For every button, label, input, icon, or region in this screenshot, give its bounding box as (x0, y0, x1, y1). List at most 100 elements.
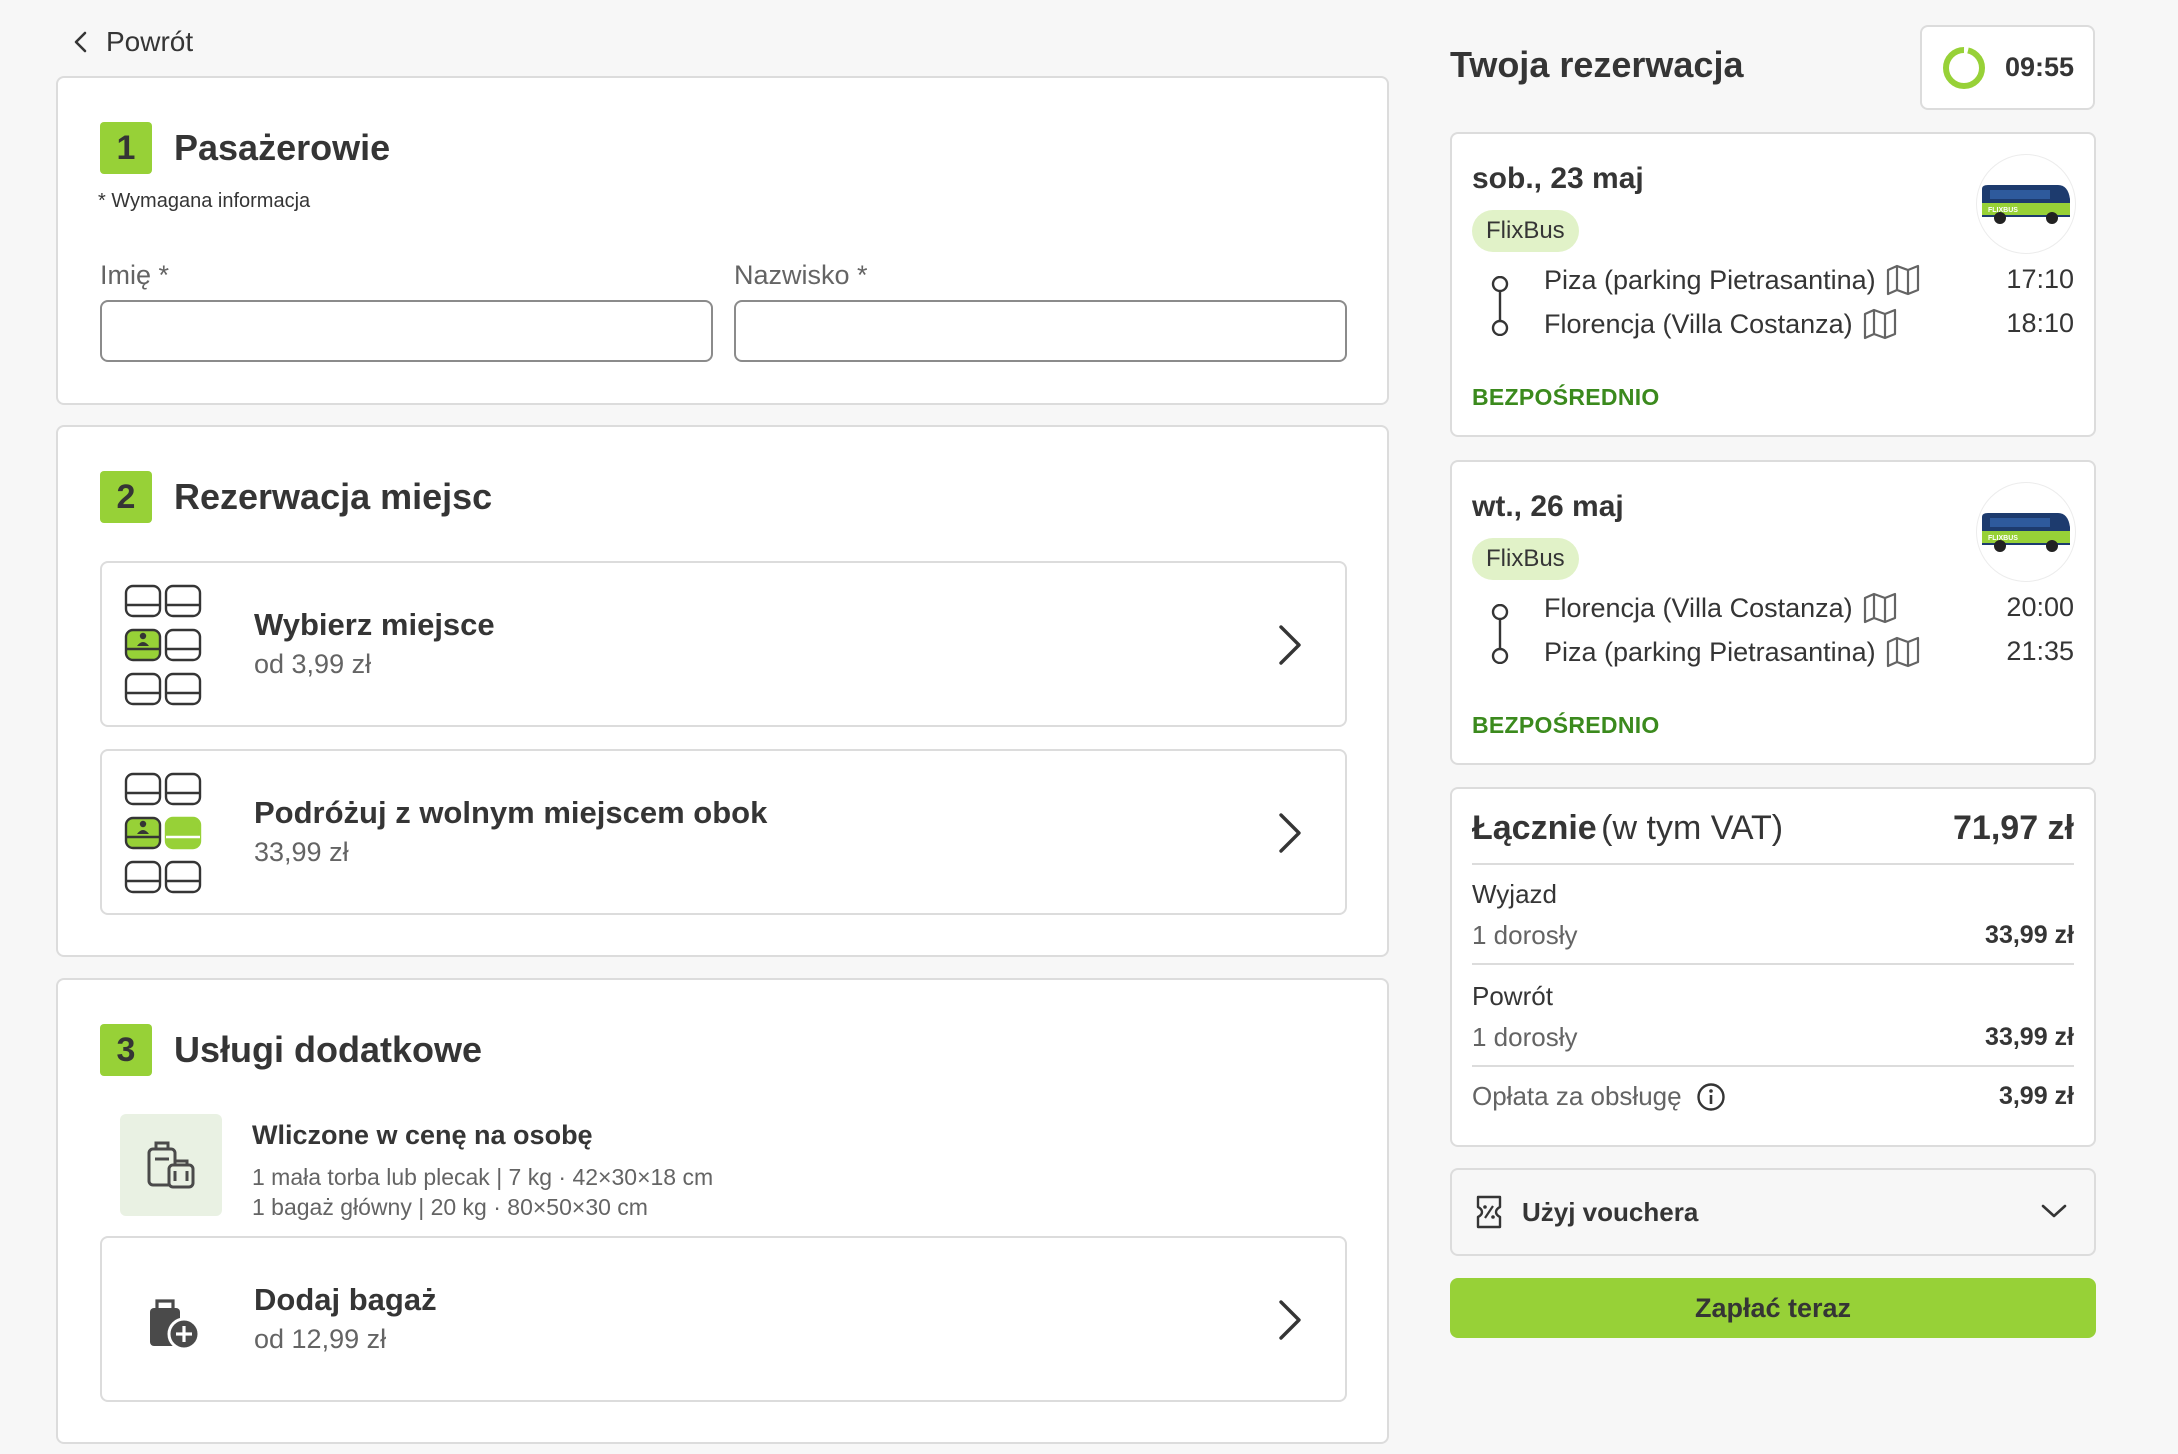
info-icon[interactable] (1696, 1082, 1726, 1112)
total-row: Łącznie (w tym VAT) 71,97 zł (1472, 809, 2074, 865)
map-icon[interactable] (1863, 592, 1897, 624)
direct-tag: BEZPOŚREDNIO (1472, 384, 1660, 410)
chevron-right-icon (1279, 1300, 1301, 1340)
bus-icon: FLIXBUS (1982, 185, 2070, 224)
included-line: 1 mała torba lub plecak | 7 kg · 42×30×1… (252, 1164, 714, 1190)
bus-logo-text: FLIXBUS (1988, 207, 2018, 214)
stop-name: Florencja (Villa Costanza) (1544, 308, 1853, 339)
included-title: Wliczone w cenę na osobę (252, 1120, 593, 1150)
trip-card-outbound: sob., 23 maj FlixBus FLIXBUS Piza (parki… (1450, 132, 2096, 437)
double-seat-icon (124, 772, 202, 894)
fee-value: 3,99 zł (1998, 1082, 2074, 1110)
step-number: 1 (100, 122, 152, 174)
departure-stop[interactable]: Piza (parking Pietrasantina) (1544, 264, 1920, 296)
timer-value: 09:55 (2004, 52, 2075, 82)
price-value: 33,99 zł (1985, 921, 2074, 949)
seat-map-icon (124, 584, 202, 706)
extras-header: 3 Usługi dodatkowe (100, 1024, 482, 1076)
option-price: 33,99 zł (254, 837, 349, 867)
add-luggage-option[interactable]: Dodaj bagaż od 12,99 zł (100, 1236, 1347, 1402)
stop-name: Piza (parking Pietrasantina) (1544, 264, 1876, 295)
required-note: * Wymagana informacja (98, 190, 311, 212)
passenger-count: 1 dorosły (1472, 1022, 1578, 1052)
booking-timer: 09:55 (1920, 25, 2095, 110)
timer-ring-icon (1942, 46, 1985, 89)
service-fee-row: Opłata za obsługę 3,99 zł (1472, 1081, 2074, 1112)
trip-card-return: wt., 26 maj FlixBus FLIXBUS Florencja (V… (1450, 460, 2096, 765)
voucher-toggle[interactable]: Użyj vouchera (1450, 1168, 2096, 1256)
section-title: Rezerwacja miejsc (174, 476, 493, 517)
luggage-included-icon (120, 1114, 222, 1216)
step-number: 2 (100, 471, 152, 523)
voucher-label: Użyj vouchera (1522, 1196, 1699, 1227)
seats-header: 2 Rezerwacja miejsc (100, 471, 492, 523)
section-title: Pasażerowie (174, 127, 391, 168)
extra-services-section: 3 Usługi dodatkowe Wliczone w cenę na os… (56, 978, 1389, 1444)
bus-image: FLIXBUS (1976, 154, 2076, 254)
bus-icon: FLIXBUS (1982, 513, 2070, 552)
add-luggage-title: Dodaj bagaż (254, 1282, 437, 1317)
passengers-header: 1 Pasażerowie (100, 122, 390, 174)
first-name-field[interactable] (100, 300, 713, 362)
stop-name: Piza (parking Pietrasantina) (1544, 636, 1876, 667)
map-icon[interactable] (1886, 264, 1920, 296)
last-name-label: Nazwisko * (734, 260, 868, 290)
price-name: Wyjazd (1472, 879, 1558, 909)
voucher-icon (1476, 1195, 1502, 1229)
route-line-icon (1491, 604, 1509, 664)
direct-tag: BEZPOŚREDNIO (1472, 712, 1660, 738)
pay-now-button[interactable]: Zapłać teraz (1450, 1278, 2096, 1338)
route-line-icon (1491, 276, 1509, 336)
bus-logo-text: FLIXBUS (1988, 535, 2018, 542)
chevron-left-icon (74, 31, 87, 53)
price-value: 33,99 zł (1985, 1023, 2074, 1051)
outbound-price-block: Wyjazd 1 dorosły 33,99 zł (1472, 879, 2074, 951)
passengers-section: 1 Pasażerowie * Wymagana informacja Imię… (56, 76, 1389, 405)
option-title: Podróżuj z wolnym miejscem obok (254, 795, 768, 830)
passenger-count: 1 dorosły (1472, 920, 1578, 950)
bus-image: FLIXBUS (1976, 482, 2076, 582)
chevron-right-icon (1279, 625, 1301, 665)
chevron-down-icon (2041, 1204, 2067, 1218)
price-name: Powrót (1472, 981, 1553, 1011)
first-name-label: Imię * (100, 260, 170, 290)
map-icon[interactable] (1886, 636, 1920, 668)
arrival-time: 21:35 (2006, 636, 2074, 666)
booking-title: Twoja rezerwacja (1450, 44, 1744, 85)
trip-date: wt., 26 maj (1472, 490, 1624, 523)
option-title: Wybierz miejsce (254, 607, 495, 642)
map-icon[interactable] (1863, 308, 1897, 340)
brand-badge: FlixBus (1472, 538, 1579, 580)
arrival-time: 18:10 (2006, 308, 2074, 338)
stop-name: Florencja (Villa Costanza) (1544, 592, 1853, 623)
divider (1472, 963, 2074, 965)
back-link[interactable]: Powrót (70, 26, 193, 58)
choose-seat-option[interactable]: Wybierz miejsce od 3,99 zł (100, 561, 1347, 727)
add-luggage-price: od 12,99 zł (254, 1324, 387, 1354)
trip-date: sob., 23 maj (1472, 162, 1644, 195)
arrival-stop[interactable]: Florencja (Villa Costanza) (1544, 308, 1897, 340)
brand-badge: FlixBus (1472, 210, 1579, 252)
option-price: od 3,99 zł (254, 649, 372, 679)
free-seat-next-option[interactable]: Podróżuj z wolnym miejscem obok 33,99 zł (100, 749, 1347, 915)
back-label: Powrót (106, 26, 194, 57)
add-luggage-icon (150, 1299, 201, 1351)
included-line: 1 bagaż główny | 20 kg · 80×50×30 cm (252, 1194, 648, 1220)
chevron-right-icon (1279, 813, 1301, 853)
total-label: Łącznie (1472, 809, 1597, 847)
total-vat-note: (w tym VAT) (1601, 809, 1784, 847)
departure-time: 20:00 (2006, 592, 2074, 622)
step-number: 3 (100, 1024, 152, 1076)
price-summary: Łącznie (w tym VAT) 71,97 zł Wyjazd 1 do… (1450, 787, 2096, 1147)
fee-label: Opłata za obsługę (1472, 1081, 1682, 1111)
section-title: Usługi dodatkowe (174, 1029, 483, 1070)
return-price-block: Powrót 1 dorosły 33,99 zł (1472, 981, 2074, 1053)
departure-stop[interactable]: Florencja (Villa Costanza) (1544, 592, 1897, 624)
last-name-field[interactable] (734, 300, 1347, 362)
departure-time: 17:10 (2006, 264, 2074, 294)
divider (1472, 1065, 2074, 1067)
seat-reservation-section: 2 Rezerwacja miejsc Wybierz miejsce od 3… (56, 425, 1389, 957)
total-amount: 71,97 zł (1953, 809, 2074, 847)
suitcase-icon (147, 1141, 195, 1189)
arrival-stop[interactable]: Piza (parking Pietrasantina) (1544, 636, 1920, 668)
